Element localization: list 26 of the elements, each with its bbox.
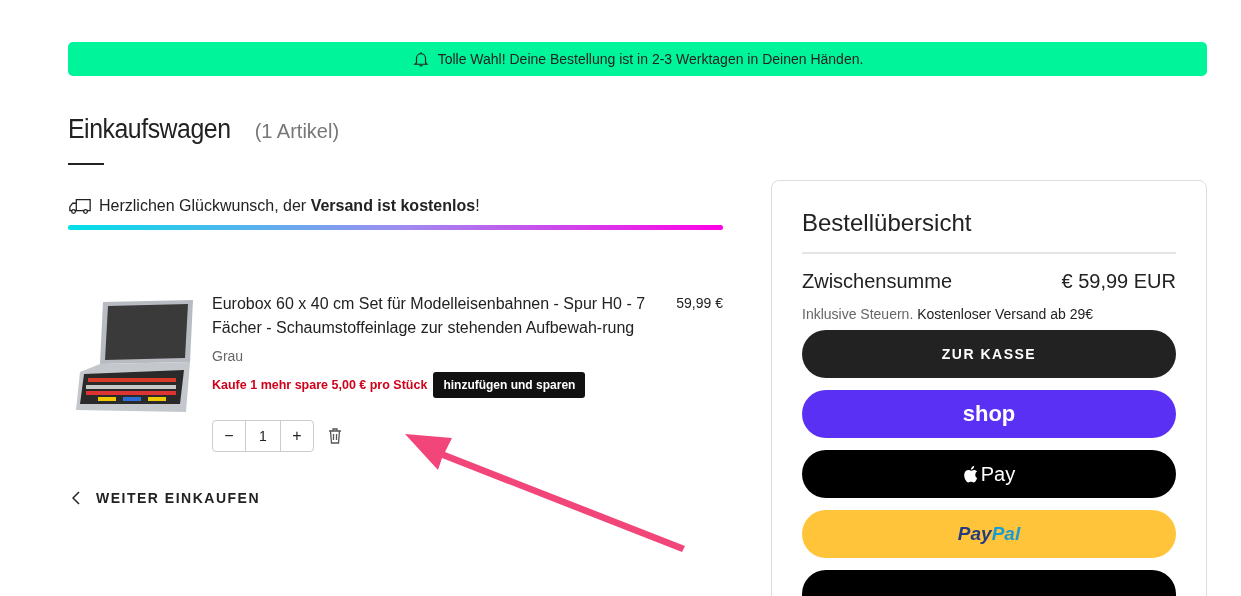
truck-icon <box>68 197 92 215</box>
trash-icon[interactable] <box>328 428 342 444</box>
tax-shipping-note: Inklusive Steuern. Kostenloser Versand ab 29€ <box>802 306 1095 322</box>
checkout-button[interactable]: ZUR KASSE <box>802 330 1176 378</box>
subtotal-label: Zwischensumme <box>802 270 953 293</box>
continue-shopping-link[interactable]: WEITER EINKAUFEN <box>72 490 723 506</box>
subtotal-value: € 59,99 EUR <box>1061 270 1176 293</box>
cart-title: Einkaufswagen <box>68 114 231 145</box>
shipping-message: Herzlichen Glückwunsch, der Versand ist kostenlos! <box>99 197 480 215</box>
add-and-save-button[interactable]: hinzufügen und sparen <box>433 372 586 398</box>
chevron-left-icon <box>72 491 80 505</box>
summary-title: Bestellübersicht <box>802 209 1176 254</box>
promo-text: Kaufe 1 mehr spare 5,00 € pro Stück <box>212 378 428 392</box>
product-price: 59,99 € <box>676 295 723 313</box>
decrease-button[interactable]: − <box>213 421 245 451</box>
apple-icon <box>962 465 978 483</box>
product-name[interactable]: Eurobox 60 x 40 cm Set für Modelleisenbahnen - Spur H0 - 7 Fächer - Schaumstoffeinlage zur stehenden Aufbewah-rung <box>212 292 652 340</box>
item-count: (1 Artikel) <box>254 120 340 143</box>
bell-icon <box>411 50 430 68</box>
quantity-field[interactable]: 1 <box>245 421 281 451</box>
shop-pay-button[interactable]: shop <box>802 390 1176 438</box>
product-variant: Grau <box>212 348 245 364</box>
apple-pay-button[interactable]: Pay <box>802 450 1176 498</box>
banner-text: Tolle Wahl! Deine Bestellung ist in 2-3 Werktagen in Deinen Händen. <box>437 51 864 67</box>
increase-button[interactable]: + <box>281 421 313 451</box>
paypal-button[interactable]: PayPal <box>802 510 1176 558</box>
